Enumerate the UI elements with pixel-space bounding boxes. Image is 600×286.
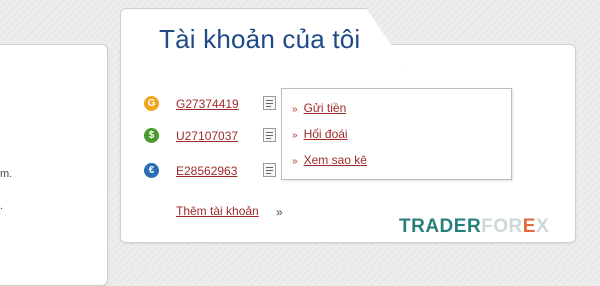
menu-item-deposit-label[interactable]: Gửi tiền	[304, 101, 347, 115]
arrow-right-icon: »	[292, 130, 298, 141]
add-account-link[interactable]: Thêm tài khoản	[176, 204, 259, 218]
left-panel-text-1: m.	[0, 168, 13, 180]
account-row-g: G G27374419	[144, 96, 284, 114]
arrow-right-icon: »	[292, 104, 298, 115]
account-menu-icon-u[interactable]	[263, 128, 276, 142]
menu-item-statement-label[interactable]: Xem sao kê	[304, 153, 367, 167]
account-link-e[interactable]: E28562963	[176, 164, 237, 178]
left-panel	[0, 44, 108, 286]
arrow-right-icon: »	[292, 156, 298, 167]
account-dropdown-menu: » Gửi tiền » Hối đoái » Xem sao kê	[281, 88, 512, 180]
account-link-u[interactable]: U27107037	[176, 129, 238, 143]
account-menu-icon-e[interactable]	[263, 163, 276, 177]
add-account-arrow-icon: »	[276, 205, 283, 219]
left-panel-text-2: .	[0, 200, 4, 212]
traderforex-watermark: TRADERFOREX	[399, 216, 550, 237]
card-title: Tài khoản của tôi	[159, 24, 361, 54]
euro-coin-icon: €	[144, 163, 159, 178]
account-row-u: $ U27107037	[144, 128, 284, 146]
account-link-g[interactable]: G27374419	[176, 97, 239, 111]
menu-item-exchange[interactable]: » Hối đoái	[292, 127, 348, 141]
menu-item-statement[interactable]: » Xem sao kê	[292, 153, 367, 167]
gold-coin-icon: G	[144, 96, 159, 111]
menu-item-deposit[interactable]: » Gửi tiền	[292, 101, 346, 115]
menu-item-exchange-label[interactable]: Hối đoái	[304, 127, 348, 141]
account-menu-icon-g[interactable]	[263, 96, 276, 110]
account-row-e: € E28562963	[144, 163, 284, 181]
dollar-coin-icon: $	[144, 128, 159, 143]
